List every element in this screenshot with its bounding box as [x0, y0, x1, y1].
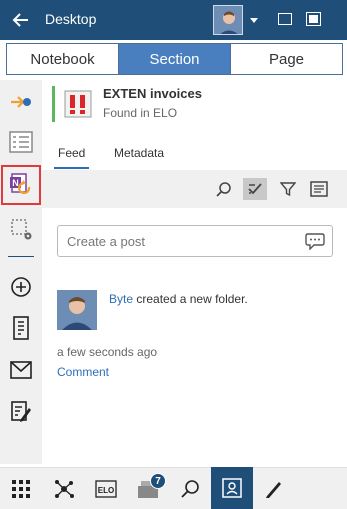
left-sidebar: N: [0, 80, 42, 464]
chevron-down-icon[interactable]: [248, 14, 260, 26]
segment-section[interactable]: Section: [119, 44, 231, 74]
search-icon[interactable]: [214, 179, 234, 199]
notification-badge: 7: [150, 473, 166, 489]
segment-notebook[interactable]: Notebook: [7, 44, 119, 74]
user-avatar[interactable]: [213, 5, 243, 35]
restore-window-icon[interactable]: [278, 13, 292, 25]
sidebar-divider: [8, 256, 34, 257]
feed-timestamp: a few seconds ago: [57, 345, 158, 359]
svg-text:N: N: [12, 178, 19, 188]
list-view-icon[interactable]: [8, 129, 34, 155]
window-title: Desktop: [45, 11, 97, 27]
elo-icon[interactable]: ELO: [94, 477, 118, 501]
profile-desktop-icon[interactable]: [211, 467, 253, 509]
search-icon[interactable]: [178, 477, 202, 501]
network-icon[interactable]: [52, 477, 76, 501]
elo-icon-label: ELO: [98, 486, 114, 495]
segment-page[interactable]: Page: [231, 44, 342, 74]
status-bar: [52, 86, 55, 122]
view-segmented-control: Notebook Section Page: [6, 43, 343, 75]
pin-arrow-icon[interactable]: [8, 89, 34, 115]
feed-action-text: created a new folder.: [133, 292, 248, 306]
feed-user-link[interactable]: Byte: [109, 292, 133, 306]
pencil-icon[interactable]: [262, 477, 286, 501]
bottom-navigation-bar: ELO: [0, 467, 347, 509]
mail-icon[interactable]: [8, 357, 34, 383]
tab-metadata[interactable]: Metadata: [114, 146, 164, 160]
maximize-window-icon[interactable]: [306, 12, 321, 26]
document-title: EXTEN invoices: [103, 86, 202, 101]
title-bar: Desktop: [0, 0, 347, 40]
details-panel-icon[interactable]: [309, 179, 329, 199]
apps-grid-icon[interactable]: [9, 477, 33, 501]
select-settings-icon[interactable]: [8, 216, 34, 242]
feed-toolbar: [42, 170, 347, 208]
speech-bubble-icon[interactable]: [305, 232, 325, 250]
tab-bar: Feed Metadata: [42, 140, 347, 169]
edit-document-icon[interactable]: [8, 398, 34, 424]
feed-user-avatar[interactable]: [57, 290, 97, 330]
create-post-placeholder: Create a post: [67, 234, 146, 249]
back-arrow-icon[interactable]: [10, 9, 32, 31]
document-checklist-icon[interactable]: [8, 315, 34, 341]
comment-link[interactable]: Comment: [57, 365, 109, 379]
tab-feed[interactable]: Feed: [53, 146, 90, 169]
onenote-sync-icon[interactable]: N: [8, 172, 34, 198]
document-flag-icon: [64, 90, 92, 118]
feed-message: Byte created a new folder.: [109, 292, 248, 306]
add-circle-icon[interactable]: [8, 274, 34, 300]
mark-read-icon[interactable]: [243, 178, 267, 200]
create-post-input[interactable]: Create a post: [57, 225, 333, 257]
filter-icon[interactable]: [278, 179, 298, 199]
document-subtitle: Found in ELO: [103, 106, 178, 120]
